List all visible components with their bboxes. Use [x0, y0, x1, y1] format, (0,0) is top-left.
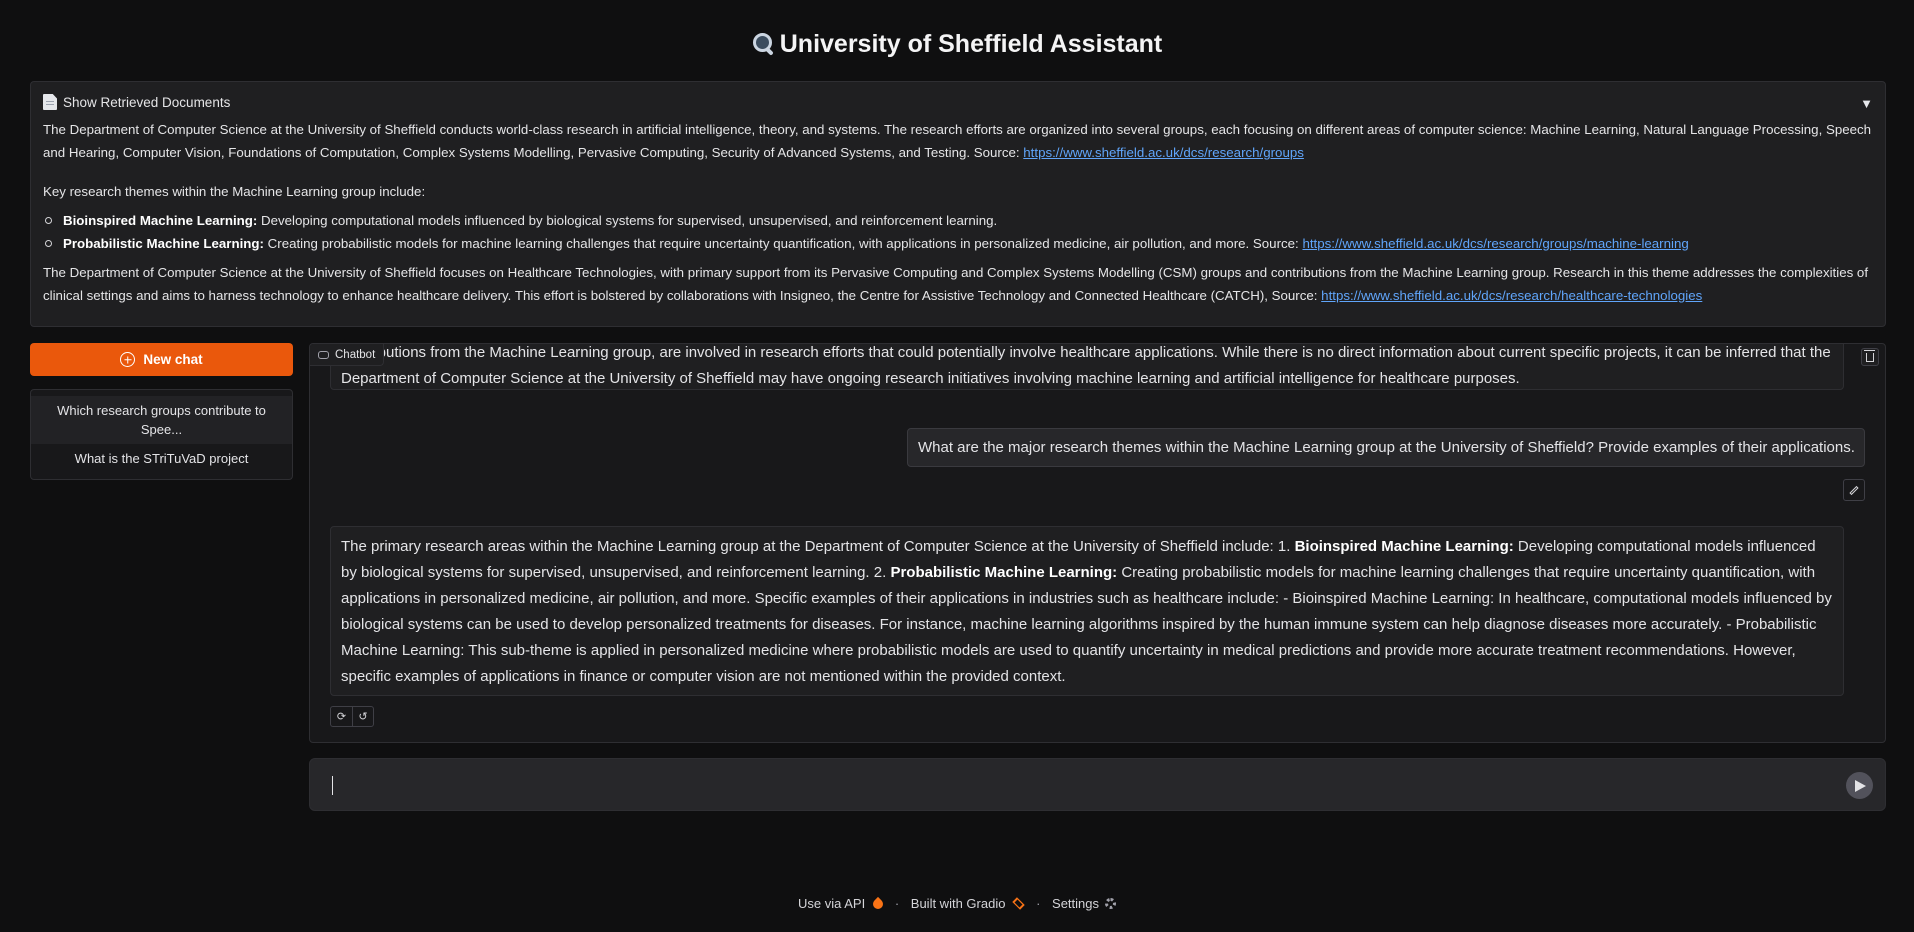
clear-chat-trash-icon[interactable]: [1861, 348, 1879, 366]
bot-text-bold: Probabilistic Machine Learning:: [890, 564, 1118, 581]
doc-bullet-list: Bioinspired Machine Learning: Developing…: [43, 209, 1873, 255]
chatbot-label-text: Chatbot: [335, 348, 376, 361]
bot-message-latest: The primary research areas within the Ma…: [330, 526, 1844, 696]
chat-bubble-icon: [318, 350, 329, 359]
doc-link-ml[interactable]: https://www.sheffield.ac.uk/dcs/research…: [1302, 236, 1688, 251]
sidebar: New chat Which research groups contribut…: [30, 343, 293, 480]
retrieved-documents-label: Show Retrieved Documents: [63, 94, 231, 110]
doc-paragraph-groups: The Department of Computer Science at th…: [43, 118, 1873, 164]
magnifier-icon: [752, 32, 774, 54]
history-item[interactable]: Which research groups contribute to Spee…: [31, 396, 292, 444]
list-item: Probabilistic Machine Learning: Creating…: [43, 232, 1873, 255]
doc-paragraph-groups-text: The Department of Computer Science at th…: [43, 122, 1872, 160]
bot-text-bold: Bioinspired Machine Learning:: [1294, 538, 1514, 555]
gradio-logo-icon: [1012, 897, 1026, 910]
plus-circle-icon: [120, 352, 136, 367]
history-item[interactable]: What is the STriTuVaD project: [31, 444, 292, 473]
new-chat-label: New chat: [143, 352, 203, 367]
doc-link-healthcare[interactable]: https://www.sheffield.ac.uk/dcs/research…: [1321, 288, 1702, 303]
edit-pencil-icon[interactable]: [1843, 479, 1865, 501]
doc-paragraph-healthcare: The Department of Computer Science at th…: [43, 261, 1873, 307]
undo-icon[interactable]: ↺: [352, 707, 373, 726]
bot-text-part: Creating probabilistic models for machin…: [341, 564, 1832, 685]
bot-message-previous: contributions from the Machine Learning …: [330, 344, 1844, 390]
page: University of Sheffield Assistant Show R…: [0, 0, 1914, 932]
new-chat-button[interactable]: New chat: [30, 343, 293, 376]
use-via-api-link[interactable]: Use via API: [798, 896, 865, 911]
gear-icon: [1105, 898, 1117, 910]
user-message: What are the major research themes withi…: [907, 428, 1865, 467]
document-icon: [43, 94, 57, 110]
page-title: University of Sheffield Assistant: [0, 30, 1914, 59]
bot-text-part: The primary research areas within the Ma…: [341, 538, 1295, 555]
rocket-icon: [871, 896, 886, 911]
chatbot-panel: Chatbot contributions from the Machine L…: [309, 343, 1886, 743]
doc-link-groups[interactable]: https://www.sheffield.ac.uk/dcs/research…: [1023, 145, 1304, 160]
send-icon[interactable]: [1846, 772, 1873, 799]
retrieved-documents-panel: Show Retrieved Documents ▼ The Departmen…: [30, 81, 1886, 327]
doc-paragraph-ml-intro: Key research themes within the Machine L…: [43, 184, 426, 199]
chat-history-list: Which research groups contribute to Spee…: [30, 389, 293, 480]
settings-link[interactable]: Settings: [1052, 896, 1099, 911]
footer-separator: ·: [894, 896, 900, 912]
list-item-title: Bioinspired Machine Learning:: [63, 213, 258, 228]
footer-separator: ·: [1036, 896, 1041, 912]
retry-icon[interactable]: ⟳: [331, 707, 352, 726]
built-with-gradio-link[interactable]: Built with Gradio: [911, 896, 1006, 911]
list-item-text: Developing computational models influenc…: [257, 213, 998, 228]
page-title-text: University of Sheffield Assistant: [779, 30, 1163, 58]
list-item-title: Probabilistic Machine Learning:: [63, 236, 264, 251]
footer: Use via API · Built with Gradio · Settin…: [0, 895, 1914, 911]
list-item: Bioinspired Machine Learning: Developing…: [43, 209, 1873, 232]
retrieved-documents-toggle[interactable]: Show Retrieved Documents: [43, 92, 1873, 112]
collapse-arrow-icon[interactable]: ▼: [1860, 92, 1873, 115]
text-caret: [332, 776, 333, 795]
chat-input-bar: [309, 758, 1886, 811]
message-actions: ⟳ ↺: [330, 706, 374, 727]
chat-input[interactable]: [328, 759, 1808, 810]
list-item-text: Creating probabilistic models for machin…: [263, 236, 1303, 251]
chatbot-label: Chatbot: [310, 344, 385, 366]
